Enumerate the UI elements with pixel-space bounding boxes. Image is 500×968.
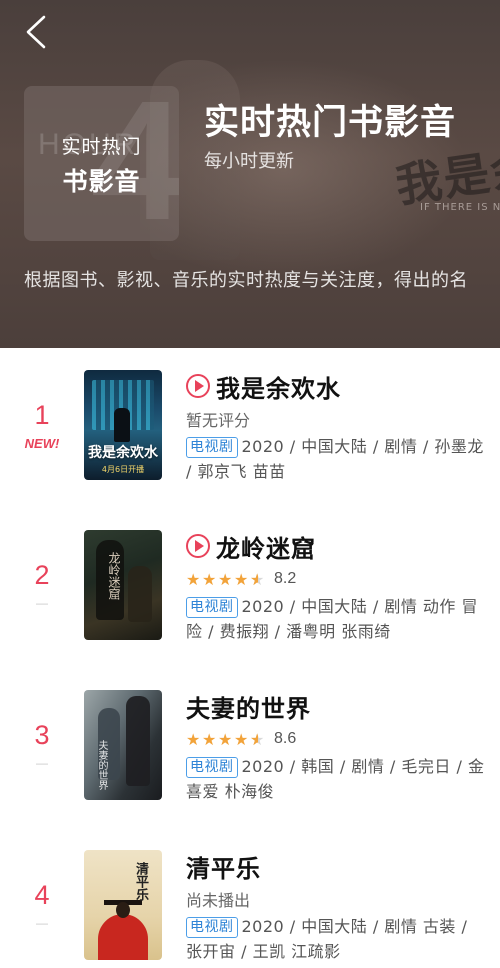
star-full-icon: ★	[202, 569, 217, 589]
poster-image[interactable]: 夫妻的世界	[84, 690, 162, 800]
poster-figure-robe	[98, 914, 148, 960]
rank-number: 1	[34, 400, 50, 430]
item-info: 龙岭迷窟 ★ ★ ★ ★ ★ 8.2 电视剧2020 / 中国大陆 / 剧情 动…	[186, 528, 486, 644]
poster-title: 清平乐	[133, 862, 148, 901]
list-item[interactable]: 4 — 清平乐 清平乐 尚未播出 电视剧 2020 / 中国大陆 / 剧情 古装 …	[0, 828, 500, 968]
poster-figure	[114, 408, 130, 442]
poster-figure	[128, 566, 152, 622]
category-tag: 电视剧	[186, 917, 238, 938]
ranking-list: 1 NEW! 我是余欢水 4月6日开播 我是余欢水 暂无评分 电视剧 2020 /…	[0, 348, 500, 968]
star-full-icon: ★	[218, 729, 233, 749]
poster-date: 4月6日开播	[101, 465, 145, 474]
star-full-icon: ★	[234, 569, 249, 589]
poster-figure-head	[116, 902, 130, 918]
rating-status: 尚未播出	[186, 891, 251, 910]
page-description: 根据图书、影视、音乐的实时热度与关注度，得出的名	[24, 270, 468, 291]
rating-score: 8.2	[274, 570, 297, 587]
category-tag: 电视剧	[186, 757, 238, 778]
item-meta: 电视剧 2020 / 中国大陆 / 剧情 古装 / 张开宙 / 王凯 江疏影	[186, 914, 486, 964]
play-icon[interactable]	[186, 534, 210, 558]
rating-score: 8.6	[274, 730, 297, 747]
header-background-poster-subtitle: IF THERE IS NO	[420, 202, 500, 213]
poster-image[interactable]: 龙岭迷窟	[84, 530, 162, 640]
chevron-left-icon	[26, 15, 46, 49]
item-meta: 电视剧 2020 / 中国大陆 / 剧情 动作 冒险 / 费振翔 / 潘粤明 张雨…	[186, 594, 486, 644]
item-meta: 电视剧 2020 / 中国大陆 / 剧情 / 孙墨龙 / 郭京飞 苗苗	[186, 434, 486, 484]
play-icon[interactable]	[186, 374, 210, 398]
category-tag: 电视剧	[186, 437, 238, 458]
star-half-icon: ★	[250, 571, 265, 587]
poster-image[interactable]: 清平乐	[84, 850, 162, 960]
star-half-icon: ★	[250, 731, 265, 747]
badge-line2: 书影音	[62, 167, 141, 196]
chart-badge: 4 HOUR 实时热门 书影音	[24, 86, 179, 241]
rating-status: 暂无评分	[186, 411, 251, 430]
item-title[interactable]: 清平乐	[186, 849, 261, 884]
item-info: 我是余欢水 暂无评分 电视剧 2020 / 中国大陆 / 剧情 / 孙墨龙 / 郭…	[186, 368, 486, 484]
header-banner: 我是余 IF THERE IS NO 4 HOUR 实时热门 书影音 实时热门书…	[0, 0, 500, 348]
item-title[interactable]: 我是余欢水	[216, 369, 341, 404]
item-meta: 电视剧 2020 / 韩国 / 剧情 / 毛完日 / 金喜爱 朴海俊	[186, 754, 486, 804]
poster-title: 夫妻的世界	[96, 740, 107, 790]
list-item[interactable]: 1 NEW! 我是余欢水 4月6日开播 我是余欢水 暂无评分 电视剧 2020 /…	[0, 348, 500, 508]
rank-number: 4	[34, 880, 50, 910]
item-info: 夫妻的世界 ★ ★ ★ ★ ★ 8.6 电视剧2020 / 韩国 / 剧情 / …	[186, 688, 486, 804]
rank-trend-unchanged: —	[36, 596, 48, 610]
rank-number: 2	[34, 560, 50, 590]
back-button[interactable]	[18, 14, 54, 50]
rank-trend-unchanged: —	[36, 756, 48, 770]
item-title[interactable]: 夫妻的世界	[186, 689, 311, 724]
rank-number: 3	[34, 720, 50, 750]
item-title[interactable]: 龙岭迷窟	[216, 529, 316, 564]
rank-trend-new: NEW!	[24, 436, 60, 451]
rating-stars: ★ ★ ★ ★ ★	[186, 569, 266, 589]
badge-line1: 实时热门	[61, 136, 142, 158]
poster-title: 龙岭迷窟	[107, 552, 121, 600]
poster-figure	[126, 696, 150, 786]
star-full-icon: ★	[186, 569, 201, 589]
poster-image[interactable]: 我是余欢水 4月6日开播	[84, 370, 162, 480]
star-full-icon: ★	[234, 729, 249, 749]
list-item[interactable]: 2 — 龙岭迷窟 龙岭迷窟 ★ ★ ★ ★ ★ 8.2 电视剧202	[0, 508, 500, 668]
list-item[interactable]: 3 — 夫妻的世界 夫妻的世界 ★ ★ ★ ★ ★ 8.6 电视剧2020 / …	[0, 668, 500, 828]
page-title: 实时热门书影音	[204, 103, 457, 143]
star-full-icon: ★	[202, 729, 217, 749]
rank-trend-unchanged: —	[36, 916, 48, 930]
item-info: 清平乐 尚未播出 电视剧 2020 / 中国大陆 / 剧情 古装 / 张开宙 / …	[186, 848, 486, 964]
poster-title: 我是余欢水	[88, 445, 158, 461]
rating-stars: ★ ★ ★ ★ ★	[186, 729, 266, 749]
star-full-icon: ★	[218, 569, 233, 589]
category-tag: 电视剧	[186, 597, 238, 618]
star-full-icon: ★	[186, 729, 201, 749]
page-subtitle: 每小时更新	[204, 151, 294, 172]
